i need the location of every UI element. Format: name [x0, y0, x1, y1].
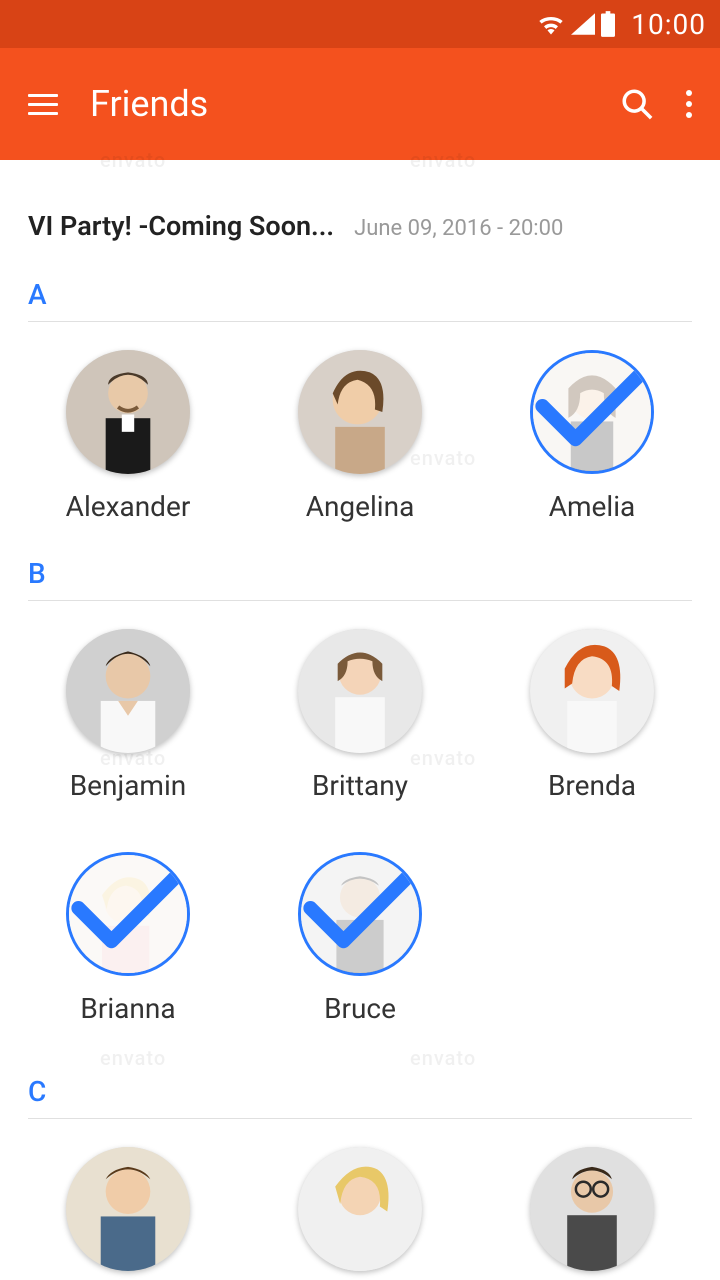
status-bar: 10:00	[0, 0, 720, 48]
friend-item[interactable]: Chris	[12, 1147, 244, 1280]
cellular-icon	[571, 13, 595, 35]
avatar	[66, 629, 190, 753]
friend-item[interactable]: Brianna	[12, 852, 244, 1025]
avatar	[66, 350, 190, 474]
friend-name: Brittany	[312, 769, 408, 802]
friend-item[interactable]: Bruce	[244, 852, 476, 1025]
check-icon	[301, 852, 419, 967]
avatar	[530, 629, 654, 753]
friend-name: Amelia	[549, 490, 636, 523]
more-options-button[interactable]	[686, 90, 692, 118]
status-icons: 10:00	[537, 8, 706, 41]
check-icon	[69, 852, 187, 967]
friend-name: Brianna	[80, 992, 175, 1025]
friend-item[interactable]: Catherine	[244, 1147, 476, 1280]
friend-name: Bruce	[324, 992, 396, 1025]
section-letter-b: B	[0, 523, 720, 600]
friends-grid-b: Benjamin Brittany Brenda Brianna	[0, 601, 720, 1025]
friend-item[interactable]: Benjamin	[12, 629, 244, 802]
friend-item[interactable]: Alexander	[12, 350, 244, 523]
friends-grid-a: Alexander Angelina Amelia	[0, 322, 720, 523]
page-title: Friends	[90, 83, 620, 125]
friend-item[interactable]: Carter	[476, 1147, 708, 1280]
avatar-selected	[298, 852, 422, 976]
avatar	[66, 1147, 190, 1271]
content-scroll[interactable]: VI Party! -Coming Soon... June 09, 2016 …	[0, 160, 720, 1280]
avatar	[298, 350, 422, 474]
event-date: June 09, 2016 - 20:00	[354, 216, 563, 241]
friends-grid-c: Chris Catherine Carter	[0, 1119, 720, 1280]
event-title: VI Party! -Coming Soon...	[28, 210, 334, 242]
friend-item[interactable]: Brenda	[476, 629, 708, 802]
battery-icon	[601, 11, 615, 37]
avatar	[530, 1147, 654, 1271]
avatar	[298, 629, 422, 753]
avatar-selected	[66, 852, 190, 976]
friend-name: Benjamin	[70, 769, 187, 802]
avatar-selected	[530, 350, 654, 474]
friend-name: Angelina	[306, 490, 415, 523]
app-bar: Friends	[0, 48, 720, 160]
status-time: 10:00	[631, 8, 706, 41]
friend-item[interactable]: Amelia	[476, 350, 708, 523]
friend-name: Alexander	[66, 490, 191, 523]
avatar	[298, 1147, 422, 1271]
section-letter-c: C	[0, 1025, 720, 1118]
check-icon	[533, 350, 651, 465]
section-letter-a: A	[0, 264, 720, 321]
menu-button[interactable]	[28, 94, 58, 115]
event-row: VI Party! -Coming Soon... June 09, 2016 …	[0, 160, 720, 264]
friend-item[interactable]: Brittany	[244, 629, 476, 802]
search-icon[interactable]	[620, 87, 654, 121]
wifi-icon	[537, 13, 565, 35]
friend-item[interactable]: Angelina	[244, 350, 476, 523]
friend-name: Brenda	[548, 769, 636, 802]
